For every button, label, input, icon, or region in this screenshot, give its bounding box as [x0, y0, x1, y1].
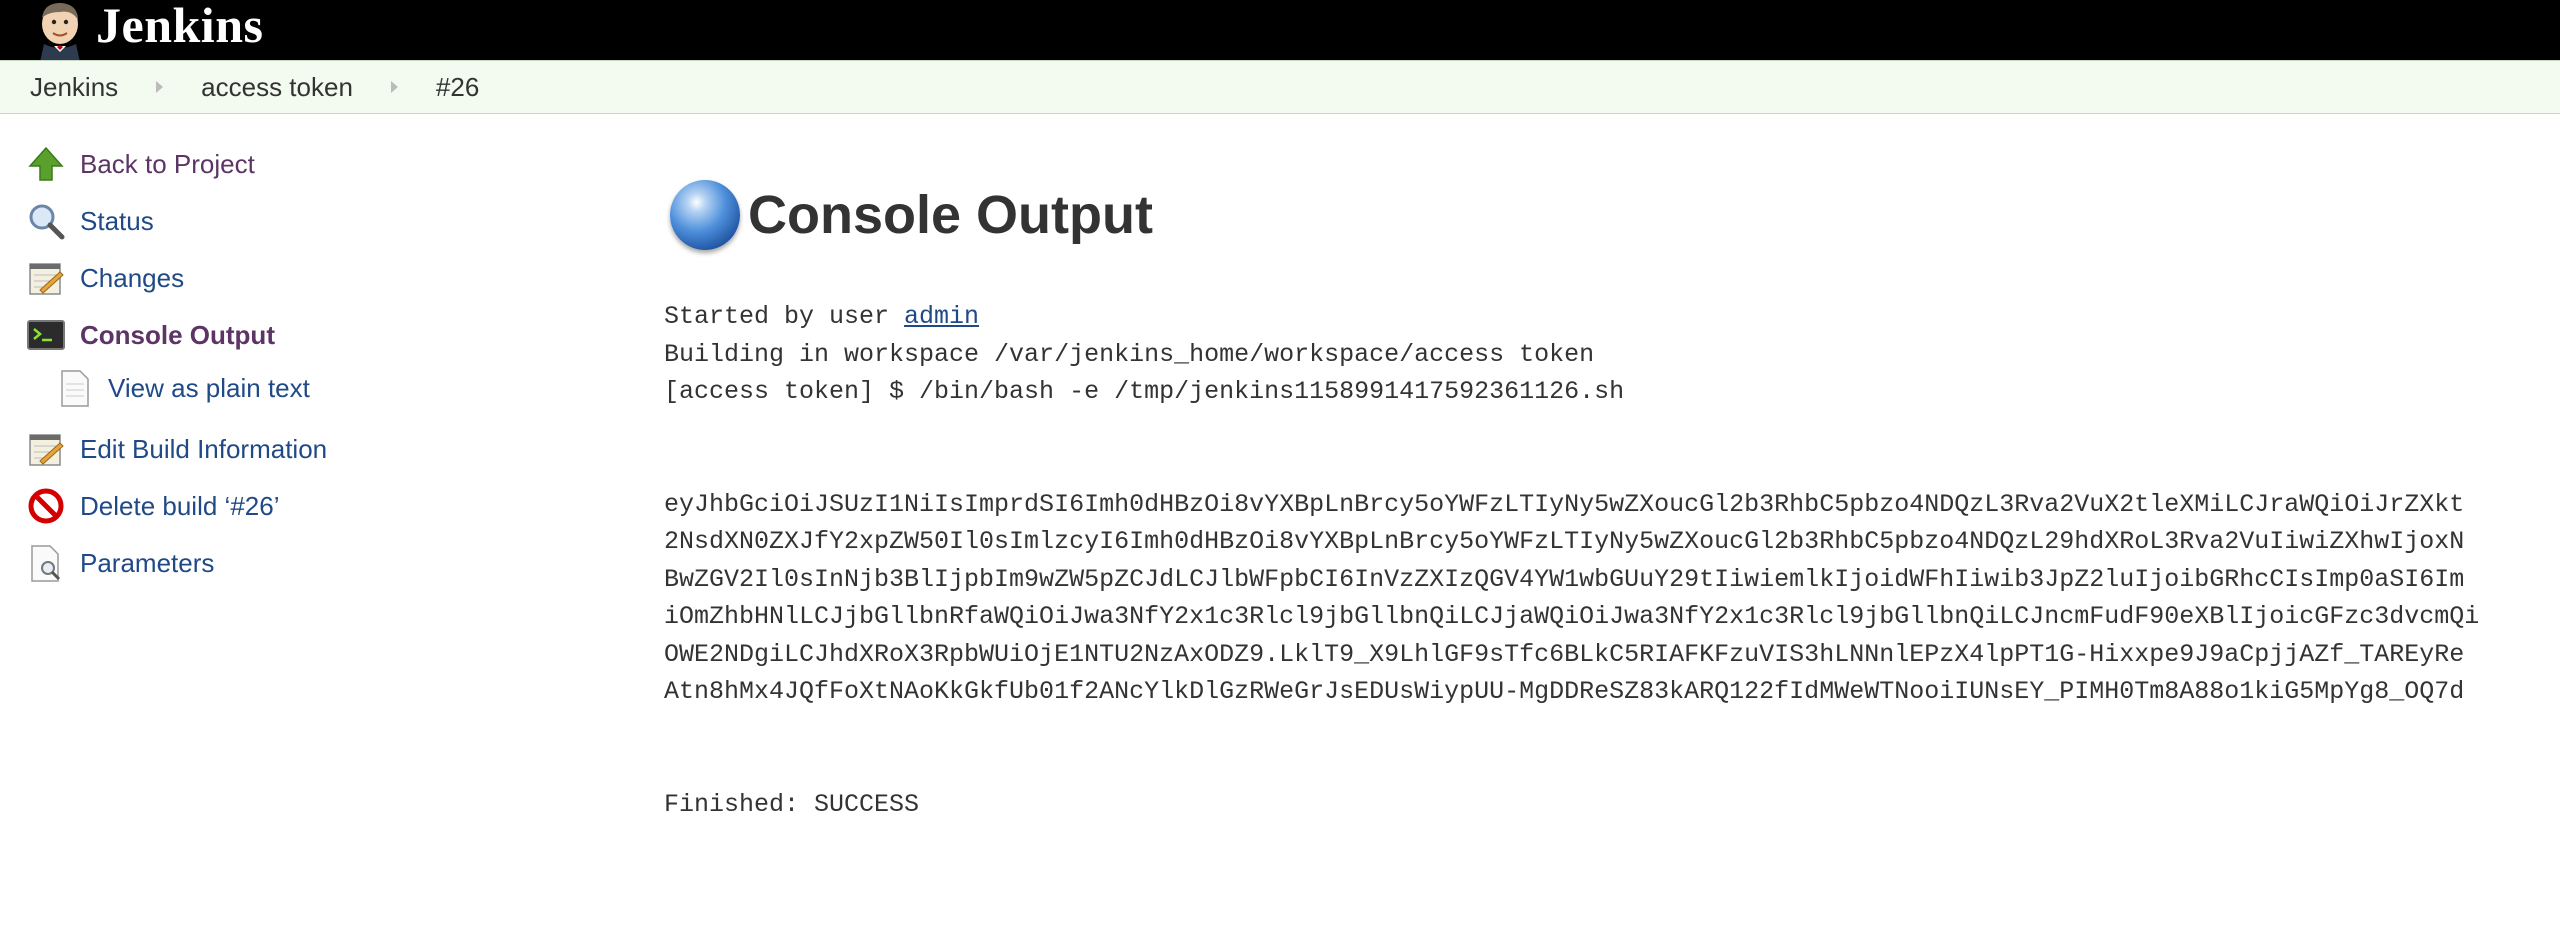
breadcrumb-build-26[interactable]: #26: [436, 72, 479, 103]
console-line-finished: Finished: SUCCESS: [664, 789, 920, 819]
sidebar-item-label: Console Output: [80, 319, 275, 350]
sidebar-item-label: Status: [80, 205, 154, 236]
no-entry-icon: [28, 488, 64, 524]
page-title: Console Output: [748, 185, 1153, 245]
console-token-line: Atn8hMx4JQfFoXtNAoKkGkfUb01f2ANcYlkDlGzR…: [664, 677, 2465, 706]
breadcrumb-access-token[interactable]: access token: [201, 72, 353, 103]
up-arrow-icon: [28, 146, 64, 181]
sidebar-item-label: Edit Build Information: [80, 433, 328, 464]
sidebar-item-label: View as plain text: [108, 372, 310, 403]
console-token-line: 2NsdXN0ZXJfY2xpZW50Il0sImlzcyI6Imh0dHBzO…: [664, 527, 2465, 556]
notepad-icon: [29, 263, 64, 295]
terminal-icon: [27, 320, 65, 350]
magnifier-icon: [29, 204, 65, 240]
sidebar-item-parameters[interactable]: Parameters: [26, 543, 214, 583]
app-name[interactable]: Jenkins: [96, 0, 263, 50]
sidebar-item-label: Parameters: [80, 547, 215, 578]
breadcrumb-separator-icon[interactable]: [390, 81, 398, 93]
console-line: Building in workspace /var/jenkins_home/…: [664, 339, 1595, 369]
sidebar-item-label: Back to Project: [80, 148, 255, 179]
console-line-started: Started by user admin: [664, 302, 980, 331]
breadcrumb: Jenkins access token #26: [0, 60, 2560, 114]
notepad-icon: [29, 434, 64, 466]
page-heading: Console Output: [670, 180, 1153, 250]
document-search-icon: [31, 545, 61, 582]
sidebar-item-edit-build-information[interactable]: Edit Build Information: [26, 429, 327, 469]
sidebar-item-label: Delete build ‘#26’: [80, 490, 280, 521]
console-token-line: eyJhbGciOiJSUzI1NiIsImprdSI6Imh0dHBzOi8v…: [664, 489, 2465, 519]
console-token-line: iOmZhbHNlLCJjbGllbnRfaWQiOiJwa3NfY2x1c3R…: [664, 602, 2480, 631]
document-icon: [61, 370, 89, 407]
sidebar-item-console-output[interactable]: Console Output: [26, 315, 275, 355]
console-output: Started by user admin Building in workspa…: [664, 298, 2479, 823]
sidebar-item-delete-build[interactable]: Delete build ‘#26’: [26, 486, 279, 526]
sidebar-item-label: Changes: [80, 262, 185, 293]
top-header: Jenkins: [0, 0, 2560, 60]
sidebar-item-status[interactable]: Status: [26, 201, 154, 241]
breadcrumb-jenkins[interactable]: Jenkins: [30, 72, 118, 103]
console-token-line: OWE2NDgiLCJhdXRoX3RpbWUiOjE1NTU2NzAxODZ9…: [664, 639, 2465, 669]
sidebar-item-back-to-project[interactable]: Back to Project: [26, 144, 255, 184]
console-token-line: BwZGV2Il0sInNjb3BlIjpbIm9wZW5pZCJdLCJlbW…: [664, 564, 2465, 594]
build-status-ball-icon: [670, 180, 740, 250]
breadcrumb-separator-icon[interactable]: [156, 81, 164, 93]
user-admin-link[interactable]: admin: [904, 302, 979, 331]
jenkins-butler-logo-icon[interactable]: [26, 0, 88, 60]
sidebar-item-changes[interactable]: Changes: [26, 258, 184, 298]
console-line: [access token] $ /bin/bash -e /tmp/jenki…: [664, 377, 1625, 406]
sidebar-item-view-as-plain-text[interactable]: View as plain text: [54, 368, 310, 408]
